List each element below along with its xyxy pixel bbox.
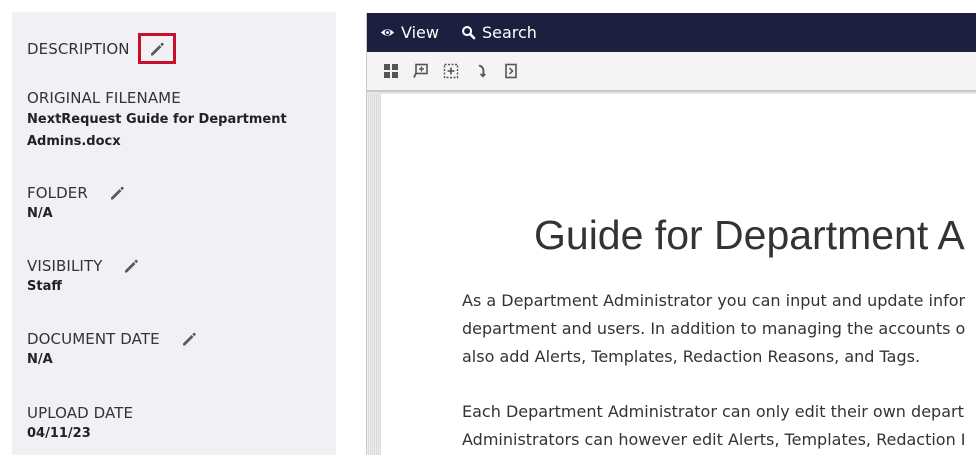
- search-icon: [461, 26, 476, 40]
- search-label: Search: [481, 23, 537, 42]
- document-viewer: View Search Guide for Department A As a …: [366, 13, 976, 455]
- page-icon[interactable]: [502, 62, 520, 80]
- original-filename-line1: NextRequest Guide for Department: [27, 112, 287, 127]
- document-date-label: DOCUMENT DATE: [27, 330, 160, 348]
- original-filename-label: ORIGINAL FILENAME: [27, 89, 181, 107]
- pencil-icon[interactable]: [108, 184, 126, 202]
- original-filename-line2: Admins.docx: [27, 134, 121, 149]
- upload-date-label: UPLOAD DATE: [27, 404, 134, 422]
- original-filename-field: ORIGINAL FILENAME NextRequest Guide for …: [27, 88, 287, 153]
- document-paragraph-2: Each Department Administrator can only e…: [462, 398, 976, 454]
- pencil-icon[interactable]: [122, 257, 140, 275]
- fit-selection-icon[interactable]: [442, 62, 460, 80]
- viewer-topbar: View Search: [367, 13, 976, 52]
- pencil-icon[interactable]: [148, 40, 166, 58]
- document-paragraph-1: As a Department Administrator you can in…: [462, 287, 976, 371]
- description-label: DESCRIPTION: [27, 39, 130, 58]
- view-label: View: [401, 23, 439, 42]
- pencil-icon[interactable]: [180, 330, 198, 348]
- folder-value: N/A: [27, 206, 53, 221]
- visibility-value: Staff: [27, 279, 62, 294]
- document-date-field: DOCUMENT DATE N/A: [27, 329, 198, 371]
- description-edit-highlight[interactable]: [137, 33, 176, 64]
- viewer-toolbar: [367, 52, 976, 92]
- paragraph-line: Each Department Administrator can only e…: [462, 402, 964, 421]
- zoom-comment-icon[interactable]: [412, 62, 430, 80]
- document-scroll-area[interactable]: Guide for Department A As a Department A…: [367, 94, 976, 455]
- search-button[interactable]: Search: [461, 23, 537, 42]
- paragraph-line: Administrators can however edit Alerts, …: [462, 430, 966, 449]
- rotate-icon[interactable]: [472, 62, 490, 80]
- view-button[interactable]: View: [380, 23, 439, 42]
- document-page: Guide for Department A As a Department A…: [381, 94, 976, 455]
- description-field: DESCRIPTION: [27, 33, 176, 64]
- document-metadata-panel: DESCRIPTION ORIGINAL FILENAME NextReques…: [12, 12, 336, 455]
- paragraph-line: also add Alerts, Templates, Redaction Re…: [462, 347, 921, 366]
- document-date-value: N/A: [27, 352, 53, 367]
- paragraph-line: department and users. In addition to man…: [462, 319, 966, 338]
- folder-label: FOLDER: [27, 184, 88, 202]
- visibility-field: VISIBILITY Staff: [27, 256, 140, 298]
- visibility-label: VISIBILITY: [27, 257, 103, 275]
- upload-date-value: 04/11/23: [27, 426, 91, 441]
- eye-icon: [380, 29, 395, 36]
- upload-date-field: UPLOAD DATE 04/11/23: [27, 403, 133, 445]
- folder-field: FOLDER N/A: [27, 183, 126, 225]
- document-title: Guide for Department A: [534, 212, 965, 258]
- paragraph-line: As a Department Administrator you can in…: [462, 291, 966, 310]
- thumbnails-icon[interactable]: [382, 62, 400, 80]
